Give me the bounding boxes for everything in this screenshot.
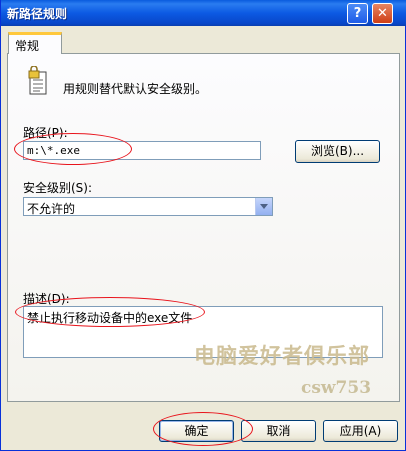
intro-text: 用规则替代默认安全级别。 xyxy=(63,82,208,96)
ok-button[interactable]: 确定 xyxy=(159,420,234,442)
watermark-title: 电脑爱好者俱乐部 xyxy=(194,343,370,368)
window-title: 新路径规则 xyxy=(7,7,68,21)
description-value: 禁止执行移动设备中的exe文件 xyxy=(27,311,193,325)
description-label: 描述(D): xyxy=(23,292,70,306)
close-button[interactable]: ✕ xyxy=(372,3,393,24)
cancel-button[interactable]: 取消 xyxy=(241,420,316,442)
path-label: 路径(P): xyxy=(23,126,68,140)
close-icon: ✕ xyxy=(377,6,388,21)
apply-button[interactable]: 应用(A) xyxy=(323,420,398,442)
title-bar[interactable]: 新路径规则 ? ✕ xyxy=(1,0,406,26)
help-icon: ? xyxy=(353,6,362,21)
chevron-down-icon[interactable] xyxy=(255,198,272,215)
security-level-label: 安全级别(S): xyxy=(23,181,93,195)
document-lock-icon xyxy=(28,66,47,95)
security-level-value: 不允许的 xyxy=(27,202,76,216)
browse-button[interactable]: 浏览(B)... xyxy=(295,140,380,163)
help-button[interactable]: ? xyxy=(347,3,368,24)
path-input[interactable]: m:\*.exe xyxy=(23,141,261,160)
watermark-id: csw753 xyxy=(301,378,372,398)
tab-general-label: 常规 xyxy=(15,39,40,53)
tab-general[interactable]: 常规 xyxy=(8,32,62,54)
security-level-select[interactable]: 不允许的 xyxy=(23,197,273,216)
rule-dialog: 新路径规则 ? ✕ 常规 用规则替代默认安全级别。 路径(P): m:\*.ex… xyxy=(0,0,406,451)
